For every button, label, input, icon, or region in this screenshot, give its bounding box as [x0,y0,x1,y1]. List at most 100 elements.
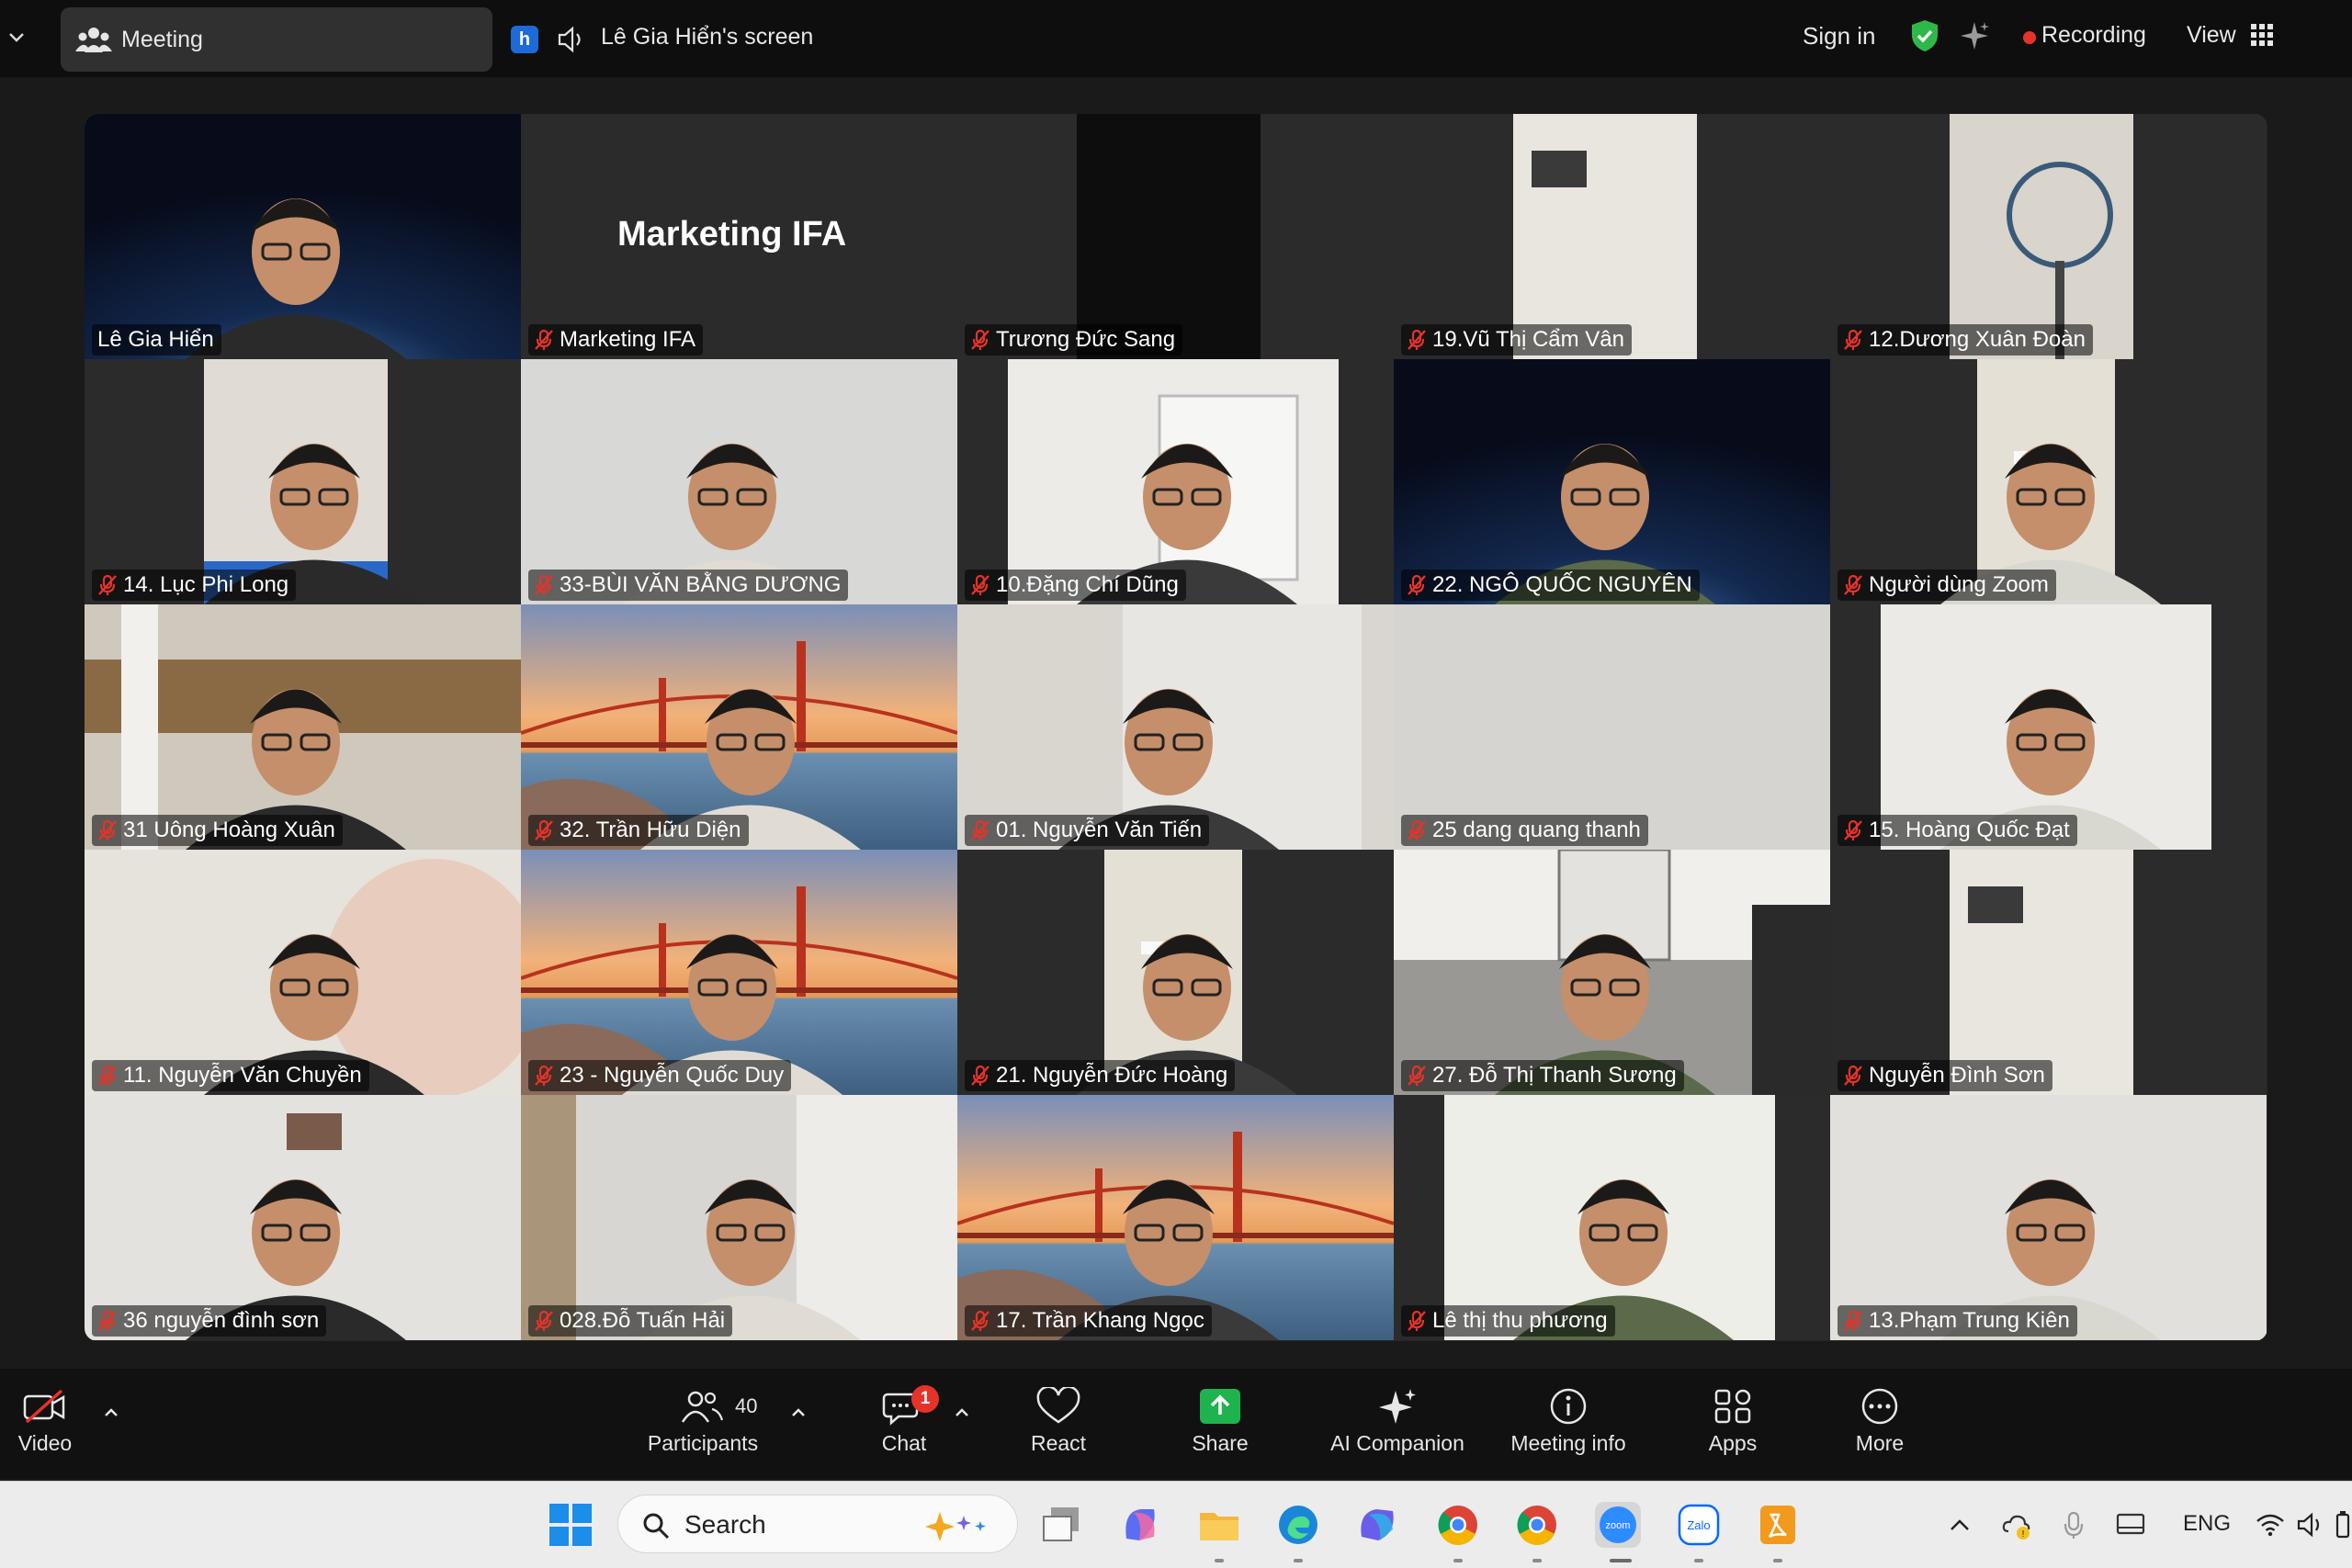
participant-name: 23 - Nguyễn Quốc Duy [560,1063,785,1088]
zoom-app-icon[interactable]: zoom [1595,1502,1641,1548]
video-button[interactable]: Video [13,1387,77,1456]
participants-icon [681,1391,724,1423]
speaker-icon[interactable] [557,26,586,53]
chevron-up-icon[interactable] [103,1405,119,1418]
taskbar-search[interactable]: Search [617,1495,1018,1553]
participant-name-tag: 12.Dương Xuân Đoàn [1838,324,2093,355]
participant-tile[interactable]: 27. Đỗ Thị Thanh Sương [1394,850,1830,1095]
mic-muted-icon [98,819,117,840]
svg-text:Zalo: Zalo [1687,1518,1710,1532]
pdf-app-icon[interactable] [1755,1502,1801,1548]
participant-tile[interactable]: Người dùng Zoom [1830,359,2267,604]
participant-name: 32. Trần Hữu Diện [560,818,741,842]
video-off-icon [23,1389,65,1424]
participant-tile[interactable]: 13.Phạm Trung Kiên [1830,1095,2267,1340]
participant-tile[interactable]: 14. Lục Phi Long [85,359,521,604]
participant-tile[interactable]: 12.Dương Xuân Đoàn [1830,114,2267,359]
view-button[interactable]: View [2187,22,2236,49]
participant-tile[interactable]: 23 - Nguyễn Quốc Duy [521,850,957,1095]
participant-tile[interactable]: Trương Đức Sang [957,114,1394,359]
running-indicator [1773,1559,1782,1562]
participant-count: 40 [735,1394,758,1417]
participant-name-tag: 25 dang quang thanh [1401,815,1648,846]
participant-name: 19.Vũ Thị Cẩm Vân [1432,327,1625,352]
screen-share-label: Lê Gia Hiển's screen [601,24,814,50]
sparkle-icon[interactable] [1959,20,1990,51]
microphone-icon[interactable] [2058,1509,2089,1540]
chevron-up-icon[interactable] [790,1405,807,1418]
chevron-up-icon[interactable] [954,1405,970,1418]
participant-name: 25 dang quang thanh [1432,818,1641,842]
mic-muted-icon [971,1065,989,1086]
video-gallery: Lê Gia Hiển Marketing IFA Trương Đức Sang 1… [85,114,2267,1341]
shield-check-icon[interactable] [1909,18,1940,53]
participant-tile[interactable]: 10.Đặng Chí Dũng [957,359,1394,604]
more-icon [1861,1388,1898,1425]
apps-button[interactable]: Apps [1696,1387,1770,1456]
windows-start-icon[interactable] [548,1502,594,1548]
ai-companion-button[interactable]: AI Companion [1319,1387,1476,1456]
copilot-app-icon[interactable] [1117,1502,1163,1548]
more-button[interactable]: More [1843,1387,1917,1456]
mic-muted-icon [1844,1065,1862,1086]
edge-browser-icon[interactable] [1275,1502,1321,1548]
zalo-app-icon[interactable]: Zalo [1676,1502,1722,1548]
recording-label[interactable]: Recording [2041,22,2146,49]
search-label: Search [684,1510,766,1539]
svg-text:!: ! [2022,1529,2025,1540]
participant-tile[interactable]: 22. NGÔ QUỐC NGUYÊN [1394,359,1830,604]
mic-muted-icon [98,1065,117,1086]
participant-tile[interactable]: 25 dang quang thanh [1394,604,1830,850]
participant-name: 14. Lục Phi Long [123,572,289,597]
participant-tile[interactable]: 01. Nguyễn Văn Tiến [957,604,1394,850]
chevron-up-icon[interactable] [1944,1509,1975,1540]
meeting-controls: Video Participants 40 Chat 1 React Share [0,1369,2352,1479]
participant-tile[interactable]: Lê thị thu phương [1394,1095,1830,1340]
participant-name-tag: 14. Lục Phi Long [92,570,297,601]
chrome-profile-icon[interactable] [1514,1502,1560,1548]
file-explorer-icon[interactable] [1196,1502,1242,1548]
participant-tile[interactable]: 21. Nguyễn Đức Hoàng [957,850,1394,1095]
participant-tile[interactable]: 15. Hoàng Quốc Đạt [1830,604,2267,850]
participant-tile[interactable]: 36 nguyễn đình sơn [85,1095,521,1340]
participant-tile[interactable]: 31 Uông Hoàng Xuân [85,604,521,850]
participant-name-tag: Lê Gia Hiển [92,324,221,355]
share-button[interactable]: Share [1183,1387,1257,1456]
meeting-info-button[interactable]: Meeting info [1499,1387,1637,1456]
participant-tile[interactable]: Nguyễn Đình Sơn [1830,850,2267,1095]
sign-in-link[interactable]: Sign in [1803,22,1876,51]
mic-muted-icon [535,1065,553,1086]
mic-muted-icon [98,574,117,595]
battery-icon[interactable] [2334,1509,2352,1540]
task-view-icon[interactable] [1038,1502,1084,1548]
participant-tile[interactable]: 33-BÙI VĂN BẰNG DƯƠNG [521,359,957,604]
svg-text:zoom: zoom [1606,1520,1631,1531]
participant-name: 22. NGÔ QUỐC NGUYÊN [1432,572,1692,597]
participant-tile[interactable]: 32. Trần Hữu Diện [521,604,957,850]
cloud-warning-icon[interactable]: ! [2001,1509,2032,1540]
mic-muted-icon [1408,329,1426,350]
react-button[interactable]: React [1022,1387,1095,1456]
chevron-down-icon[interactable] [6,26,28,48]
participant-tile[interactable]: Lê Gia Hiển [85,114,521,359]
grid-view-icon[interactable] [2251,24,2273,46]
m365-app-icon[interactable] [1354,1502,1400,1548]
mic-muted-icon [535,329,553,350]
participant-tile[interactable]: 11. Nguyễn Văn Chuyền [85,850,521,1095]
participant-tile[interactable]: 19.Vũ Thị Cẩm Vân [1394,114,1830,359]
participant-name-tag: 32. Trần Hữu Diện [528,815,749,846]
share-screen-icon [1200,1389,1240,1424]
participant-tile[interactable]: 028.Đỗ Tuấn Hải [521,1095,957,1340]
video-label: Video [17,1431,73,1455]
mic-muted-icon [1408,819,1426,840]
display-icon[interactable] [2115,1509,2146,1540]
participant-name-tag: Người dùng Zoom [1838,570,2056,601]
language-indicator[interactable]: ENG [2183,1511,2231,1537]
chrome-browser-icon[interactable] [1435,1502,1481,1548]
meeting-top-bar: Meeting h Lê Gia Hiển's screen Sign in R… [0,0,2352,77]
participant-tile[interactable]: 17. Trần Khang Ngọc [957,1095,1394,1340]
volume-icon[interactable] [2295,1509,2326,1540]
meeting-title-pill[interactable]: Meeting [61,7,492,72]
participant-name-tag: 21. Nguyễn Đức Hoàng [965,1060,1236,1091]
wifi-icon[interactable] [2255,1509,2286,1540]
